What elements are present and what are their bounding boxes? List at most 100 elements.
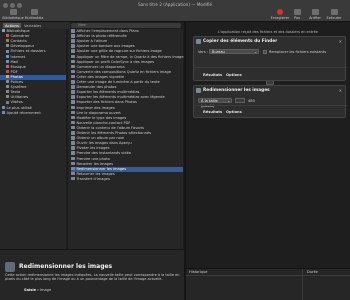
action-icon [71, 176, 75, 181]
tab-variables[interactable]: Variables [22, 23, 43, 28]
log-duration-header[interactable]: Durée [307, 270, 318, 274]
log-history-header[interactable]: Historique [189, 270, 207, 274]
size-number-field[interactable] [235, 98, 245, 103]
options-link[interactable]: Options [226, 73, 242, 77]
action-icon [71, 69, 75, 74]
media-button-label: Multimédia [24, 16, 44, 20]
folder-icon [6, 100, 9, 104]
log-header-separator [186, 275, 350, 276]
folder-icon [6, 59, 9, 63]
resize-mode-select[interactable]: À la taille (pixels) ⌄ [198, 98, 232, 108]
folder-icon [6, 49, 9, 53]
folder-icon [6, 85, 9, 89]
action-label: Ajouter une bordure aux images [76, 44, 135, 49]
folder-icon [6, 54, 9, 58]
chevron-down-icon: ⌄ [254, 50, 257, 54]
action-label: Retourner les images [76, 172, 115, 176]
input-label: Saisie : [24, 288, 39, 292]
card-footer: Résultats Options [194, 67, 347, 81]
replace-existing-label: Remplacer les fichiers existants [269, 50, 327, 54]
sidebar-item-label: Utilitaires [10, 95, 29, 100]
action-icon [71, 105, 75, 109]
record-icon [277, 9, 283, 15]
action-label: Appliquer un filtre de rampe, in Quartz … [76, 54, 184, 59]
log-column-separator [302, 269, 303, 300]
action-label: Obtenir un album par nom [76, 136, 125, 141]
sidebar-item-label: Texte [10, 90, 21, 95]
action-label: Transfert d'images [76, 177, 110, 182]
sidebar-item-label: Fichiers et dossiers [10, 49, 46, 54]
folder-icon [6, 69, 9, 73]
action-label: Convertir des compositions Quartz en fic… [76, 70, 172, 74]
replace-existing-checkbox[interactable] [263, 49, 267, 54]
preview-icon [196, 88, 201, 93]
action-icon [71, 64, 75, 69]
run-button[interactable]: Exécuter [322, 9, 346, 20]
action-icon [71, 34, 75, 38]
sidebar-item-label: Système [10, 85, 27, 90]
action-card-copy-finder-items[interactable]: Copier des éléments du Finder ✕ Vers : B… [193, 36, 347, 81]
action-label: Recadrer les images [76, 161, 114, 166]
results-link[interactable]: Résultats [203, 73, 222, 77]
action-icon [71, 131, 75, 135]
library-icon [9, 9, 17, 15]
folder-icon [6, 95, 9, 99]
resize-images-icon [5, 262, 15, 272]
action-label: Créer des images vignette [76, 75, 125, 80]
card-footer: Résultats Options [194, 105, 347, 118]
description-body: Cette action redimensionne les images in… [5, 273, 180, 282]
action-label: Exporter les éléments multimédias [76, 90, 140, 95]
media-button[interactable]: Multimédia [22, 9, 46, 20]
action-label: Afficher la photo référencée [76, 34, 127, 39]
close-icon[interactable]: ✕ [339, 39, 342, 44]
tab-actions[interactable]: Actions [3, 23, 21, 28]
action-label: Imprimer des images [76, 105, 115, 110]
action-icon [71, 95, 75, 99]
sidebar-item-label: PDF [10, 69, 18, 74]
close-icon[interactable]: ✕ [339, 88, 342, 93]
title-bar: Sans titre 2 (Application) — Modifié Bib… [0, 0, 350, 22]
sidebar-item[interactable]: Ajouté récemment [0, 111, 66, 116]
sidebar-item-label: Vidéos [10, 100, 23, 105]
action-icon [71, 161, 75, 166]
action-label: Modifier le type des images [76, 115, 127, 120]
action-label: Exporter les éléments multimédias avec l… [76, 95, 165, 100]
search-input[interactable]: Nom [71, 23, 181, 28]
destination-select[interactable]: Bureau ⌄ [209, 49, 259, 54]
sidebar-item-label: Calendrier [10, 34, 30, 39]
description-input: Saisie : Image [24, 288, 51, 292]
folder-icon [6, 90, 9, 94]
card-title: Redimensionner les images [203, 88, 270, 93]
results-link[interactable]: Résultats [203, 110, 222, 114]
size-value: 480 [248, 99, 255, 103]
step-button-label: Pas [294, 16, 300, 20]
options-link[interactable]: Options [226, 110, 242, 114]
action-icon [71, 44, 75, 48]
action-icon [71, 74, 75, 79]
description-title: Redimensionner les images [19, 263, 113, 270]
action-label: Créer une image de luminère à partir du … [76, 80, 160, 85]
library-tabs: Actions Variables [0, 22, 70, 29]
sidebar-item-label: Contacts [10, 39, 27, 44]
action-label: Appliquer un profil ColorSync à des imag… [76, 59, 155, 64]
action-label: Obtenir la contenu de l'album Favoris [76, 126, 144, 131]
folder-icon [6, 75, 9, 79]
action-icon [71, 166, 75, 171]
action-label: Importer des fichiers dans Photos [76, 100, 137, 105]
window-title: Sans titre 2 (Application) — Modifié [137, 2, 213, 7]
action-card-resize-images[interactable]: Redimensionner les images ✕ À la taille … [193, 85, 347, 118]
folder-icon [6, 34, 9, 38]
action-label: Obtenir les éléments Photos sélectionnés [76, 131, 151, 136]
run-icon [330, 9, 338, 15]
action-list-item[interactable]: Transfert d'images [71, 176, 183, 182]
folder-icon [2, 110, 5, 114]
action-label: Prendre des instantanés vidéo [76, 151, 132, 156]
action-icon [71, 49, 75, 53]
action-icon [71, 29, 75, 33]
action-icon [71, 156, 75, 160]
sidebar-item-label: Ajouté récemment [6, 110, 41, 115]
action-icon [71, 54, 75, 58]
action-label: Afficher l'emplacement dans Plans [76, 29, 139, 34]
sidebar-item-label: Le plus utilisé [6, 105, 32, 110]
action-label: Lire le diaporama ouvert [76, 110, 121, 115]
